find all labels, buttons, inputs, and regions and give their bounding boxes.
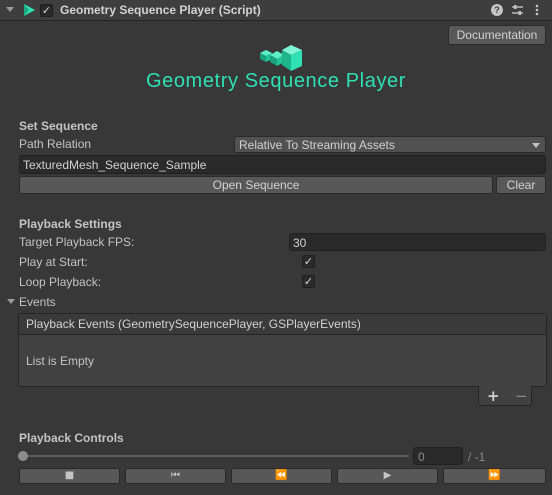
chevron-down-icon: [532, 143, 540, 148]
frame-total: / -1: [468, 450, 486, 464]
check-icon: ✓: [303, 275, 314, 288]
foldout-arrow-icon[interactable]: [6, 7, 14, 12]
play-button[interactable]: ▶: [337, 468, 438, 484]
events-list-header: Playback Events (GeometrySequencePlayer,…: [19, 314, 546, 335]
path-relation-label: Path Relation: [19, 137, 92, 151]
go-to-start-button[interactable]: ⏮: [125, 468, 226, 484]
timeline-slider-track[interactable]: [22, 455, 409, 457]
path-relation-dropdown[interactable]: Relative To Streaming Assets: [234, 136, 546, 153]
stop-icon: ■: [64, 470, 75, 481]
skip-to-start-icon: ⏮: [171, 470, 180, 481]
open-sequence-button[interactable]: Open Sequence: [19, 176, 493, 194]
step-forward-button[interactable]: ⏩: [443, 468, 546, 484]
add-event-button[interactable]: +: [487, 387, 500, 405]
target-fps-label: Target Playback FPS:: [19, 235, 135, 249]
check-icon: ✓: [303, 255, 314, 268]
kebab-menu-icon[interactable]: [534, 3, 540, 17]
events-heading[interactable]: Events: [19, 295, 56, 309]
events-list: Playback Events (GeometrySequencePlayer,…: [18, 313, 547, 387]
stop-button[interactable]: ■: [19, 468, 120, 484]
component-title: Geometry Sequence Player (Script): [60, 3, 261, 17]
events-foldout-arrow-icon[interactable]: [7, 299, 15, 304]
path-relation-value: Relative To Streaming Assets: [239, 138, 395, 152]
events-list-title: Playback Events (GeometrySequencePlayer,…: [26, 317, 361, 331]
target-fps-value: 30: [293, 236, 307, 250]
frame-value: 0: [418, 450, 425, 464]
fast-forward-icon: ⏩: [488, 470, 501, 481]
remove-event-button[interactable]: −: [515, 387, 528, 405]
playback-controls-heading: Playback Controls: [19, 431, 124, 445]
play-icon: [22, 3, 36, 17]
events-empty-text: List is Empty: [26, 354, 95, 368]
loop-playback-checkbox[interactable]: ✓: [302, 275, 315, 288]
set-sequence-heading: Set Sequence: [19, 119, 98, 133]
step-back-button[interactable]: ⏪: [231, 468, 332, 484]
play-icon: ▶: [383, 470, 392, 481]
clear-button[interactable]: Clear: [496, 176, 546, 194]
component-enabled-checkbox[interactable]: ✓: [40, 4, 53, 17]
check-icon: ✓: [41, 4, 52, 17]
frame-input[interactable]: 0: [413, 447, 463, 465]
play-at-start-label: Play at Start:: [19, 255, 88, 269]
sequence-path-value: TexturedMesh_Sequence_Sample: [23, 158, 207, 172]
help-icon[interactable]: ?: [491, 4, 503, 16]
rewind-icon: ⏪: [275, 470, 288, 481]
documentation-button[interactable]: Documentation: [448, 25, 546, 45]
playback-settings-heading: Playback Settings: [19, 217, 122, 231]
target-fps-input[interactable]: 30: [289, 233, 546, 251]
sliders-icon[interactable]: [511, 3, 524, 17]
logo-cubes-icon: [258, 45, 304, 73]
play-at-start-checkbox[interactable]: ✓: [302, 255, 315, 268]
loop-playback-label: Loop Playback:: [19, 275, 102, 289]
timeline-slider-handle[interactable]: [18, 451, 28, 461]
logo-text: Geometry Sequence Player: [145, 70, 407, 92]
sequence-path-input[interactable]: TexturedMesh_Sequence_Sample: [19, 155, 546, 174]
